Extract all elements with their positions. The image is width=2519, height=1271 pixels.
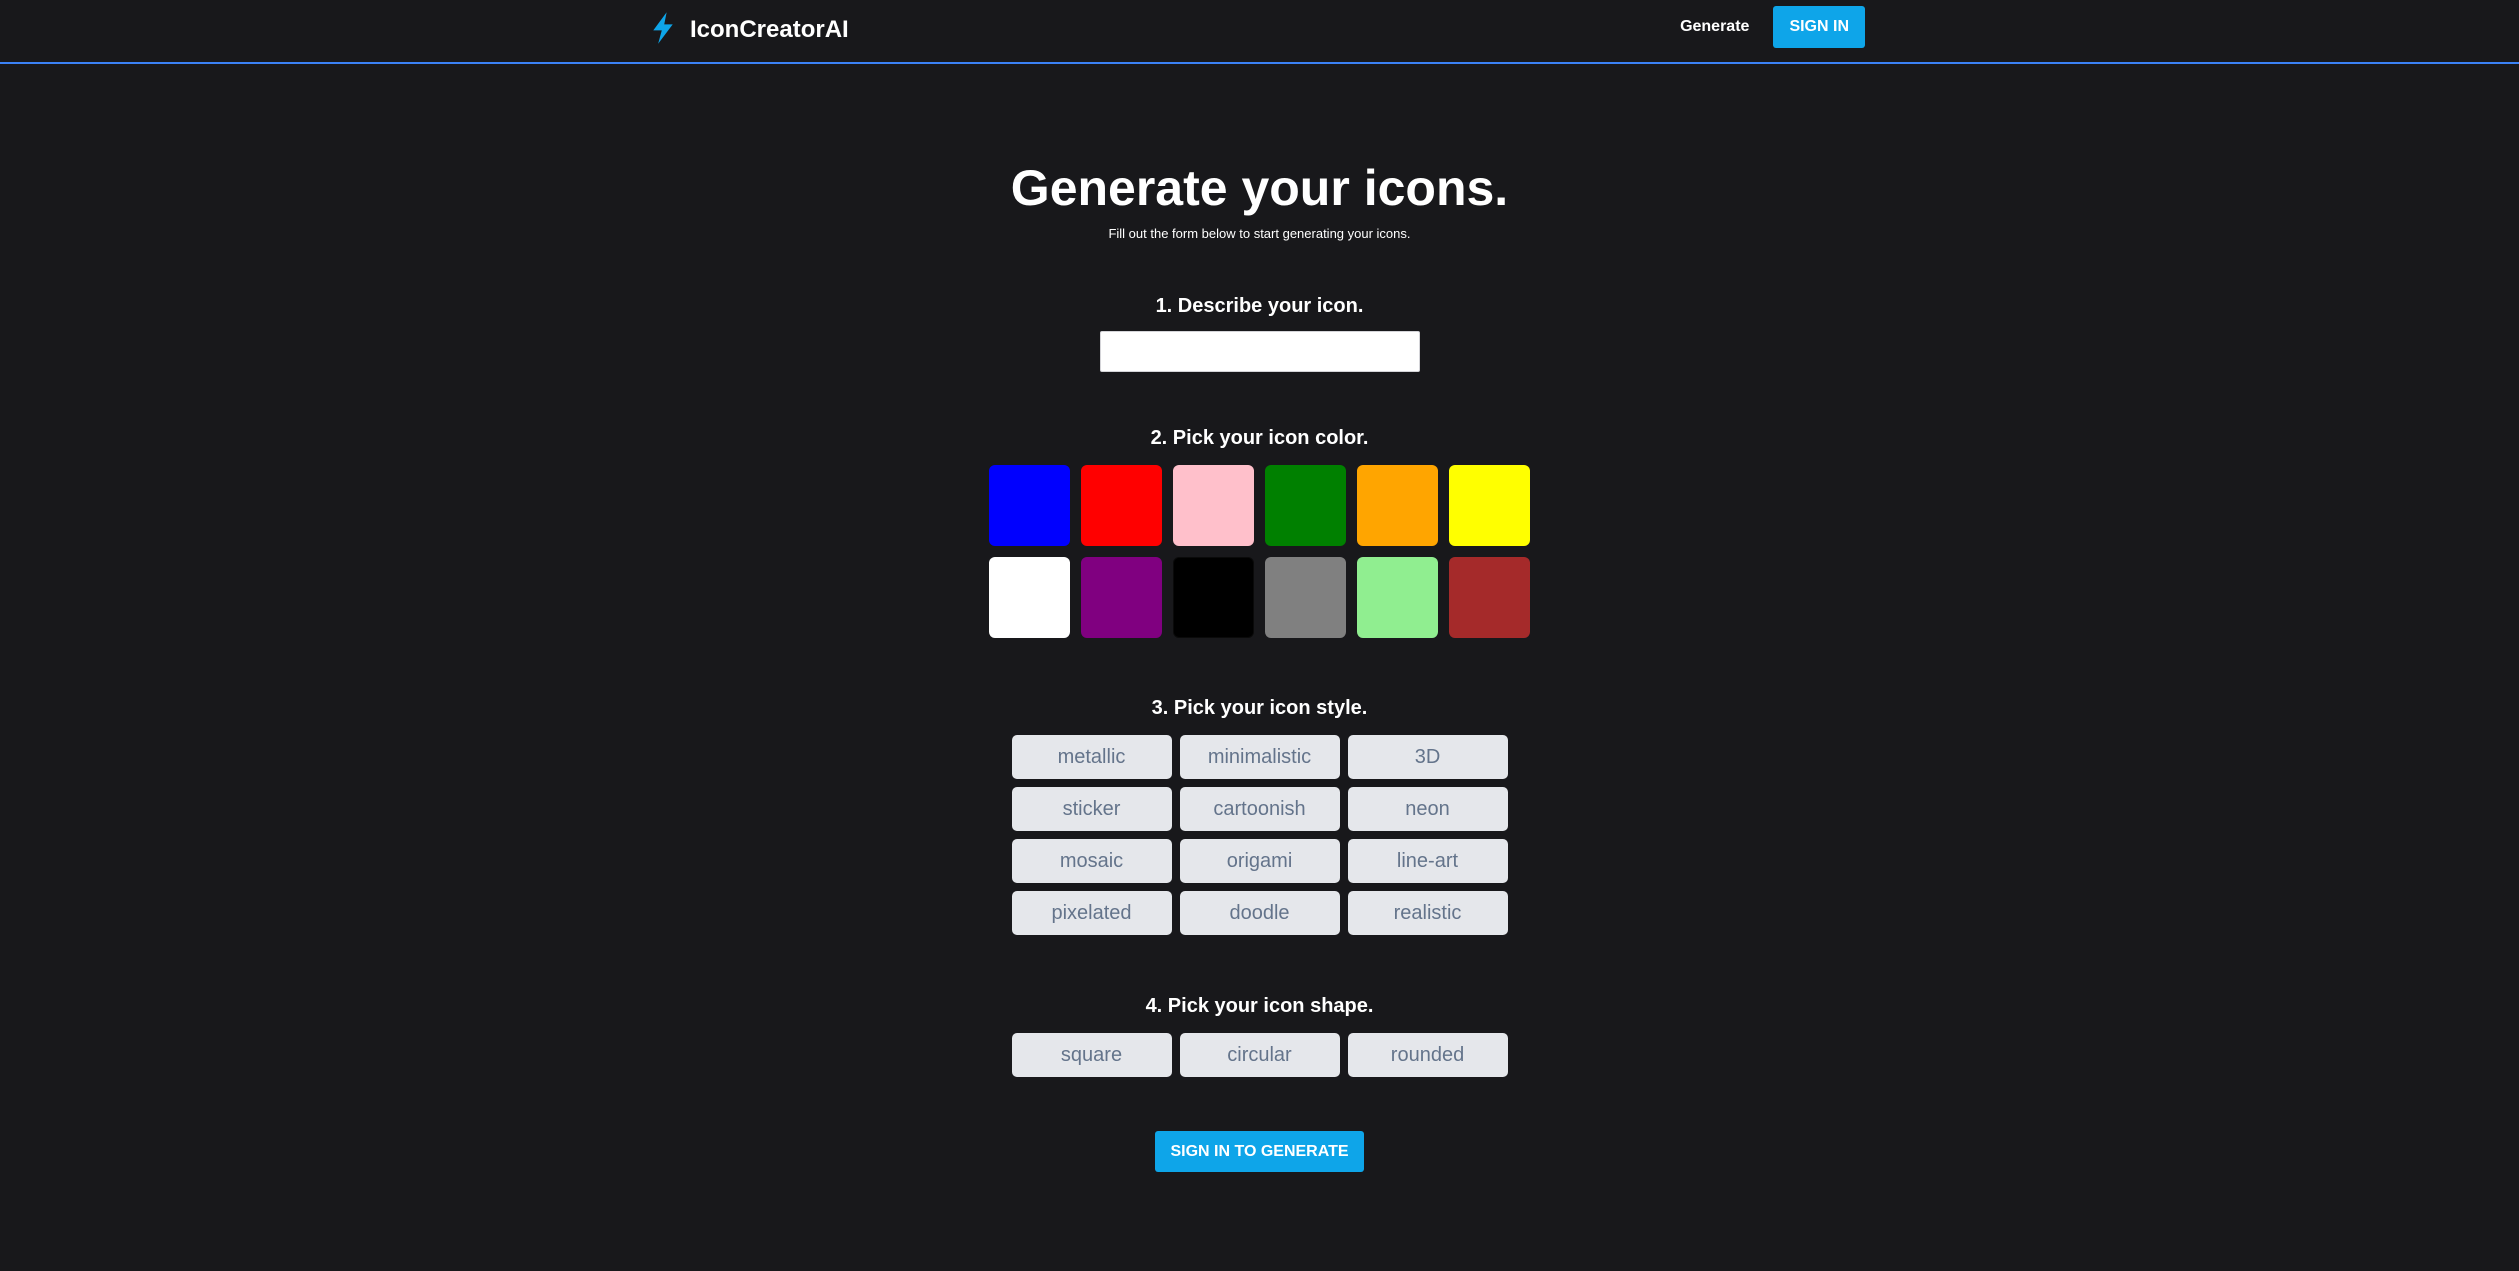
lightning-bolt-icon bbox=[648, 11, 678, 50]
style-option-button[interactable]: sticker bbox=[1011, 787, 1172, 831]
shape-option-button[interactable]: square bbox=[1011, 1033, 1172, 1077]
color-swatch[interactable] bbox=[1081, 557, 1162, 638]
style-option-grid: metallic minimalistic 3D sticker cartoonish n… bbox=[1011, 735, 1508, 935]
nav-actions: Generate SIGN IN bbox=[1660, 6, 1865, 48]
sign-in-to-generate-button[interactable]: SIGN IN TO GENERATE bbox=[1155, 1131, 1364, 1172]
style-option-button[interactable]: cartoonish bbox=[1179, 787, 1340, 831]
color-swatch[interactable] bbox=[989, 557, 1070, 638]
color-swatch[interactable] bbox=[1265, 557, 1346, 638]
style-option-button[interactable]: metallic bbox=[1011, 735, 1172, 779]
color-swatch[interactable] bbox=[1265, 465, 1346, 546]
color-swatch[interactable] bbox=[1081, 465, 1162, 546]
style-option-button[interactable]: origami bbox=[1179, 839, 1340, 883]
color-swatch[interactable] bbox=[1173, 557, 1254, 638]
shape-option-grid: square circular rounded bbox=[1011, 1033, 1508, 1077]
style-option-button[interactable]: realistic bbox=[1347, 891, 1508, 935]
color-swatch[interactable] bbox=[1449, 465, 1530, 546]
page-title: Generate your icons. bbox=[1010, 160, 1509, 216]
style-option-button[interactable]: pixelated bbox=[1011, 891, 1172, 935]
describe-icon-label: 1. Describe your icon. bbox=[1155, 295, 1364, 317]
brand-name: IconCreatorAI bbox=[690, 16, 849, 43]
pick-color-label: 2. Pick your icon color. bbox=[1150, 427, 1369, 449]
sign-in-button[interactable]: SIGN IN bbox=[1773, 6, 1865, 48]
style-option-button[interactable]: neon bbox=[1347, 787, 1508, 831]
nav-generate-link[interactable]: Generate bbox=[1680, 18, 1749, 36]
pick-style-label: 3. Pick your icon style. bbox=[1151, 697, 1368, 719]
color-swatch[interactable] bbox=[1357, 557, 1438, 638]
shape-option-button[interactable]: circular bbox=[1179, 1033, 1340, 1077]
style-option-button[interactable]: minimalistic bbox=[1179, 735, 1340, 779]
color-swatch[interactable] bbox=[1173, 465, 1254, 546]
generate-form: Generate your icons. Fill out the form b… bbox=[0, 64, 2519, 1172]
style-option-button[interactable]: doodle bbox=[1179, 891, 1340, 935]
color-swatch[interactable] bbox=[1357, 465, 1438, 546]
style-option-button[interactable]: line-art bbox=[1347, 839, 1508, 883]
shape-option-button[interactable]: rounded bbox=[1347, 1033, 1508, 1077]
describe-icon-input[interactable] bbox=[1099, 331, 1420, 372]
color-swatch[interactable] bbox=[1449, 557, 1530, 638]
top-navbar: IconCreatorAI Generate SIGN IN bbox=[0, 0, 2519, 64]
brand-logo-link[interactable]: IconCreatorAI bbox=[648, 10, 849, 50]
color-swatch-grid bbox=[989, 465, 1530, 638]
style-option-button[interactable]: mosaic bbox=[1011, 839, 1172, 883]
style-option-button[interactable]: 3D bbox=[1347, 735, 1508, 779]
color-swatch[interactable] bbox=[989, 465, 1070, 546]
page-subtitle: Fill out the form below to start generat… bbox=[1108, 226, 1411, 241]
pick-shape-label: 4. Pick your icon shape. bbox=[1145, 995, 1374, 1017]
